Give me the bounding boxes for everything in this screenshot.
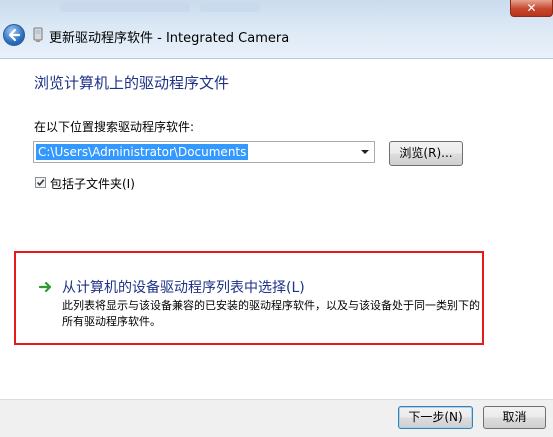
- include-subfolders-checkbox[interactable]: [35, 177, 46, 188]
- back-button[interactable]: [3, 24, 25, 46]
- wizard-content: [0, 59, 553, 399]
- search-location-label: 在以下位置搜索驱动程序软件:: [34, 120, 195, 134]
- browse-button[interactable]: 浏览(R)...: [389, 141, 463, 166]
- pick-from-list-link[interactable]: 从计算机的设备驱动程序列表中选择(L): [62, 277, 305, 297]
- close-button[interactable]: ✕: [510, 0, 553, 17]
- next-button[interactable]: 下一步(N): [398, 406, 473, 429]
- device-icon: [33, 27, 43, 42]
- close-icon: ✕: [526, 1, 537, 15]
- blurred-background-text: [200, 3, 260, 12]
- dropdown-arrow-icon[interactable]: [361, 150, 369, 154]
- path-value[interactable]: C:\Users\Administrator\Documents: [36, 144, 249, 160]
- back-arrow-icon: [8, 28, 21, 42]
- blurred-background-text: [60, 3, 190, 12]
- pick-from-list-description: 此列表将显示与该设备兼容的已安装的驱动程序软件，以及与该设备处于同一类别下的所有…: [62, 299, 480, 328]
- window-title: 更新驱动程序软件 - Integrated Camera: [49, 31, 290, 46]
- checkmark-icon: [36, 179, 45, 187]
- window-titlebar: ✕ 更新驱动程序软件 - Integrated Camera: [0, 0, 553, 59]
- path-combobox[interactable]: C:\Users\Administrator\Documents: [33, 141, 375, 163]
- page-heading: 浏览计算机上的驱动程序文件: [34, 74, 230, 92]
- cancel-button[interactable]: 取消: [483, 406, 546, 429]
- include-subfolders-label[interactable]: 包括子文件夹(I): [50, 175, 135, 192]
- green-arrow-icon[interactable]: [39, 281, 53, 293]
